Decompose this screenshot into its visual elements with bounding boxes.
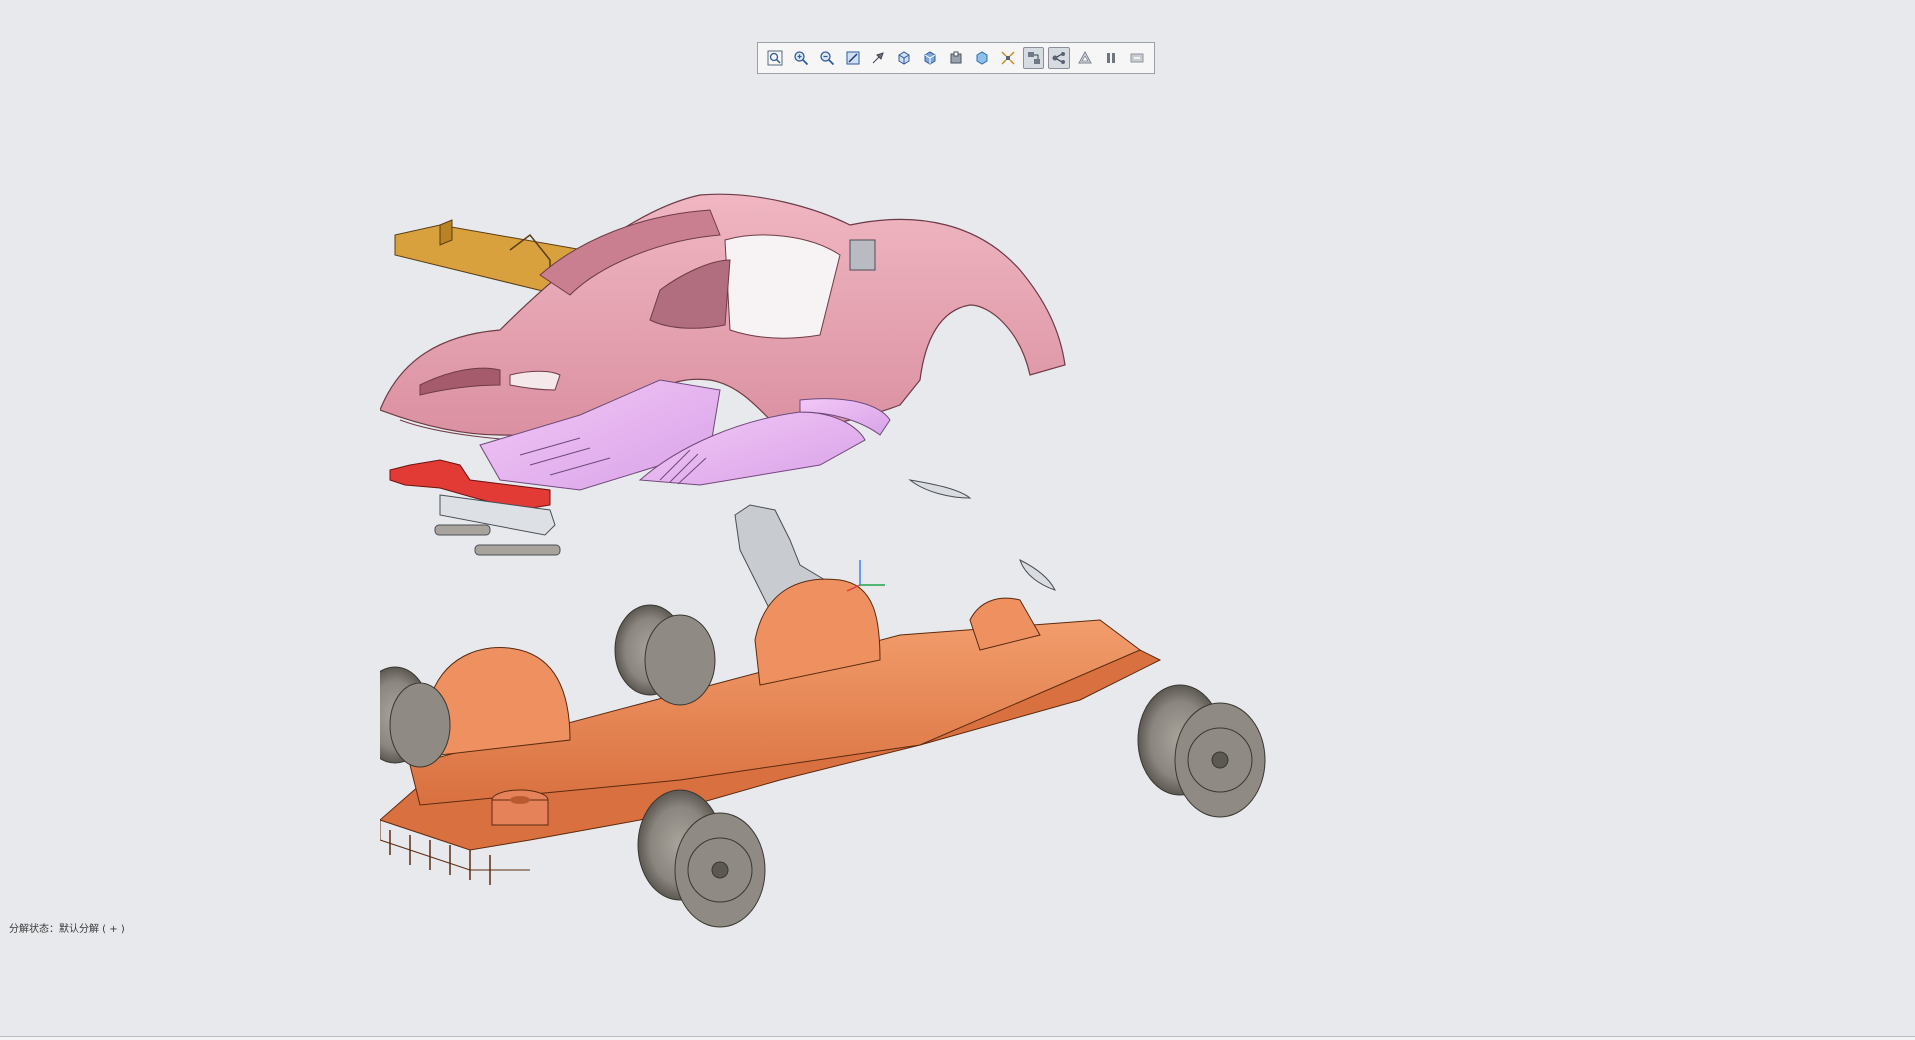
pause-icon	[1107, 53, 1116, 63]
appearance-icon	[976, 51, 988, 65]
animate-icon	[1052, 52, 1066, 64]
coordinate-triad-icon	[846, 560, 885, 592]
pan-button[interactable]	[867, 47, 889, 69]
zoom-out-icon	[819, 51, 834, 66]
wheel-rear-right[interactable]	[1137, 684, 1266, 818]
explode-button[interactable]	[997, 47, 1019, 69]
zoom-to-fit-button[interactable]	[764, 47, 786, 69]
zoom-area-icon	[846, 51, 859, 65]
graphics-viewport[interactable]: 分解状态：默认分解 ( + )	[0, 0, 1915, 1040]
display-style-icon	[924, 51, 936, 65]
zoom-in-icon	[794, 51, 808, 66]
window-bottom-border	[0, 1036, 1915, 1040]
zoom-to-fit-icon	[767, 50, 783, 66]
wheel-rear-left[interactable]	[614, 604, 716, 706]
zoom-out-button[interactable]	[816, 47, 838, 69]
section-view-button[interactable]	[945, 47, 967, 69]
display-style-button[interactable]	[919, 47, 941, 69]
appearance-button[interactable]	[971, 47, 993, 69]
explode-state-label: 分解状态：默认分解 ( + )	[9, 924, 125, 935]
headlight-lens[interactable]	[1019, 559, 1056, 591]
view-orientation-icon	[898, 51, 910, 65]
taillight-lens[interactable]	[908, 479, 972, 499]
explode-view-button[interactable]	[1022, 47, 1045, 69]
end-icon	[1130, 53, 1144, 63]
heads-up-view-toolbar	[757, 42, 1155, 74]
zoom-area-button[interactable]	[842, 47, 864, 69]
animate-button[interactable]	[1048, 47, 1071, 69]
view-orientation-button[interactable]	[893, 47, 915, 69]
explode-icon	[1001, 51, 1015, 65]
render-icon	[1078, 50, 1093, 64]
explode-view-icon	[1027, 52, 1040, 64]
wheel-front-right[interactable]	[637, 789, 766, 928]
zoom-in-button[interactable]	[790, 47, 812, 69]
render-button[interactable]	[1074, 47, 1096, 69]
chassis[interactable]	[380, 578, 1162, 885]
end-button[interactable]	[1126, 47, 1148, 69]
pause-button[interactable]	[1100, 47, 1122, 69]
pan-icon	[873, 52, 885, 64]
section-view-icon	[950, 51, 962, 64]
